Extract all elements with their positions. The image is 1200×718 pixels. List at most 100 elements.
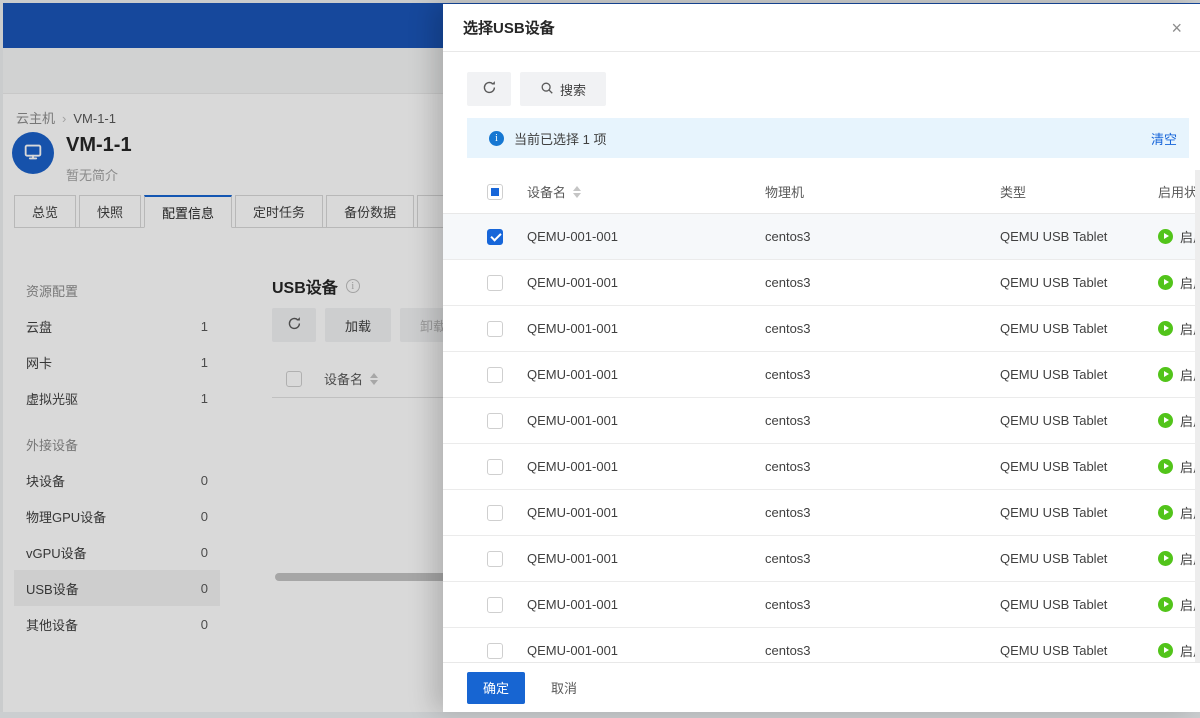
status-running-icon xyxy=(1158,321,1173,336)
selection-info-bar: i 当前已选择 1 项 清空 xyxy=(467,118,1189,158)
cell-device-name: QEMU-001-001 xyxy=(527,229,619,244)
cell-physical-host: centos3 xyxy=(765,275,811,290)
cell-device-name: QEMU-001-001 xyxy=(527,275,619,290)
cell-type: QEMU USB Tablet xyxy=(1000,275,1108,290)
drawer-refresh-button[interactable] xyxy=(467,72,511,106)
drawer-title: 选择USB设备 xyxy=(463,20,555,37)
status-running-icon xyxy=(1158,551,1173,566)
select-all-checkbox[interactable] xyxy=(487,183,503,200)
row-checkbox[interactable] xyxy=(487,642,503,659)
cell-type: QEMU USB Tablet xyxy=(1000,459,1108,474)
column-type: 类型 xyxy=(1000,185,1027,200)
row-checkbox[interactable] xyxy=(487,274,503,291)
confirm-button[interactable]: 确定 xyxy=(467,671,525,704)
cell-physical-host: centos3 xyxy=(765,551,811,566)
cell-device-name: QEMU-001-001 xyxy=(527,505,619,520)
column-device-name: 设备名 xyxy=(527,182,765,201)
cell-device-name: QEMU-001-001 xyxy=(527,459,619,474)
cell-enable-state: 启用 xyxy=(1158,273,1200,292)
sort-icon[interactable] xyxy=(573,185,582,198)
status-running-icon xyxy=(1158,275,1173,290)
row-checkbox[interactable] xyxy=(487,366,503,383)
cell-device-name: QEMU-001-001 xyxy=(527,643,619,658)
cell-type: QEMU USB Tablet xyxy=(1000,505,1108,520)
refresh-icon xyxy=(482,80,497,98)
row-checkbox[interactable] xyxy=(487,550,503,567)
status-running-icon xyxy=(1158,505,1173,520)
column-enable-state: 启用状态 xyxy=(1158,185,1200,200)
cell-enable-state: 启用 xyxy=(1158,595,1200,614)
drawer-header: 选择USB设备 × xyxy=(443,4,1200,52)
cell-physical-host: centos3 xyxy=(765,505,811,520)
cell-enable-state: 启用 xyxy=(1158,549,1200,568)
cell-device-name: QEMU-001-001 xyxy=(527,597,619,612)
cell-physical-host: centos3 xyxy=(765,597,811,612)
cell-device-name: QEMU-001-001 xyxy=(527,413,619,428)
table-row[interactable]: QEMU-001-001 centos3 QEMU USB Tablet 启用 xyxy=(443,260,1200,306)
cell-enable-state: 启用 xyxy=(1158,411,1200,430)
row-checkbox[interactable] xyxy=(487,412,503,429)
window-frame-bottom xyxy=(0,712,1200,718)
row-checkbox[interactable] xyxy=(487,596,503,613)
cell-type: QEMU USB Tablet xyxy=(1000,321,1108,336)
drawer-footer: 确定 取消 xyxy=(443,662,1200,712)
cell-enable-state: 启用 xyxy=(1158,365,1200,384)
status-running-icon xyxy=(1158,597,1173,612)
column-physical-host: 物理机 xyxy=(765,185,805,200)
search-button-label: 搜索 xyxy=(560,82,587,98)
cell-type: QEMU USB Tablet xyxy=(1000,597,1108,612)
cell-type: QEMU USB Tablet xyxy=(1000,229,1108,244)
screen: 云主机 › VM-1-1 VM-1-1 暂无简介 总览 快照 配置信息 定时任务 备… xyxy=(0,0,1200,718)
cell-enable-state: 启用 xyxy=(1158,319,1200,338)
table-row[interactable]: QEMU-001-001 centos3 QEMU USB Tablet 启用 xyxy=(443,214,1200,260)
table-row[interactable]: QEMU-001-001 centos3 QEMU USB Tablet 启用 xyxy=(443,582,1200,628)
close-icon[interactable]: × xyxy=(1171,16,1182,40)
cell-type: QEMU USB Tablet xyxy=(1000,367,1108,382)
cell-enable-state: 启用 xyxy=(1158,641,1200,660)
cell-device-name: QEMU-001-001 xyxy=(527,551,619,566)
drawer-search-button[interactable]: 搜索 xyxy=(520,72,607,106)
cell-enable-state: 启用 xyxy=(1158,503,1200,522)
select-usb-drawer: 选择USB设备 × 搜索 i 当前已选择 1 项 清空 设备名 物理机 类型 启… xyxy=(443,4,1200,712)
drawer-toolbar: 搜索 xyxy=(467,72,607,106)
cell-type: QEMU USB Tablet xyxy=(1000,643,1108,658)
cell-physical-host: centos3 xyxy=(765,459,811,474)
cell-device-name: QEMU-001-001 xyxy=(527,321,619,336)
selection-count-text: 当前已选择 1 项 xyxy=(514,131,607,147)
cell-enable-state: 启用 xyxy=(1158,457,1200,476)
row-checkbox[interactable] xyxy=(487,504,503,521)
cell-physical-host: centos3 xyxy=(765,229,811,244)
row-checkbox[interactable] xyxy=(487,320,503,337)
table-row[interactable]: QEMU-001-001 centos3 QEMU USB Tablet 启用 xyxy=(443,444,1200,490)
cell-physical-host: centos3 xyxy=(765,643,811,658)
table-row[interactable]: QEMU-001-001 centos3 QEMU USB Tablet 启用 xyxy=(443,536,1200,582)
info-filled-icon: i xyxy=(489,130,504,146)
clear-selection-link[interactable]: 清空 xyxy=(1151,129,1177,148)
vertical-scrollbar[interactable] xyxy=(1195,170,1200,662)
status-running-icon xyxy=(1158,229,1173,244)
usb-table-body: QEMU-001-001 centos3 QEMU USB Tablet 启用 … xyxy=(443,214,1200,662)
row-checkbox[interactable] xyxy=(487,228,503,245)
row-checkbox[interactable] xyxy=(487,458,503,475)
column-label: 设备名 xyxy=(527,185,567,200)
cell-enable-state: 启用 xyxy=(1158,227,1200,246)
cell-physical-host: centos3 xyxy=(765,367,811,382)
table-row[interactable]: QEMU-001-001 centos3 QEMU USB Tablet 启用 xyxy=(443,628,1200,662)
table-header-row: 设备名 物理机 类型 启用状态 xyxy=(443,170,1200,214)
cell-type: QEMU USB Tablet xyxy=(1000,551,1108,566)
usb-device-table: 设备名 物理机 类型 启用状态 QEMU-001-001 centos3 QEM… xyxy=(443,170,1200,662)
search-icon xyxy=(540,81,554,98)
cell-type: QEMU USB Tablet xyxy=(1000,413,1108,428)
table-row[interactable]: QEMU-001-001 centos3 QEMU USB Tablet 启用 xyxy=(443,398,1200,444)
status-running-icon xyxy=(1158,367,1173,382)
status-running-icon xyxy=(1158,459,1173,474)
cancel-button[interactable]: 取消 xyxy=(551,678,577,697)
cell-device-name: QEMU-001-001 xyxy=(527,367,619,382)
status-running-icon xyxy=(1158,413,1173,428)
cell-physical-host: centos3 xyxy=(765,413,811,428)
table-row[interactable]: QEMU-001-001 centos3 QEMU USB Tablet 启用 xyxy=(443,352,1200,398)
table-row[interactable]: QEMU-001-001 centos3 QEMU USB Tablet 启用 xyxy=(443,490,1200,536)
table-row[interactable]: QEMU-001-001 centos3 QEMU USB Tablet 启用 xyxy=(443,306,1200,352)
status-running-icon xyxy=(1158,643,1173,658)
cell-physical-host: centos3 xyxy=(765,321,811,336)
